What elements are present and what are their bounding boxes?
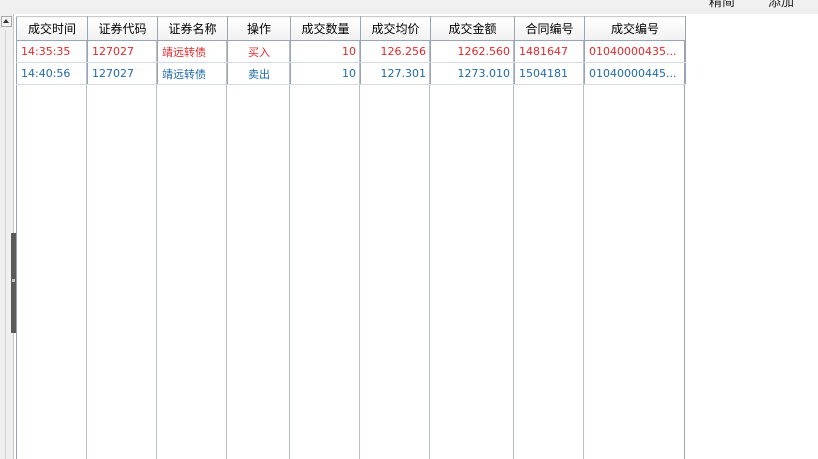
top-toolbar: 精简 添加 — [0, 0, 818, 14]
col-header-contract-no[interactable]: 合同编号 — [514, 16, 585, 41]
cell-trade-no: 01040000435... — [584, 40, 686, 63]
cell-contract-no: 1504181 — [514, 62, 585, 85]
cell-code: 127027 — [87, 40, 158, 63]
add-button[interactable]: 添加 — [768, 0, 794, 10]
splitter-grip-icon — [12, 279, 15, 282]
table-row[interactable]: 14:35:35 127027 靖远转债 买入 10 126.256 1262.… — [16, 40, 686, 63]
cell-time: 14:40:56 — [16, 62, 88, 85]
col-header-time[interactable]: 成交时间 — [16, 16, 88, 41]
col-header-avg-price[interactable]: 成交均价 — [360, 16, 431, 41]
cell-action: 买入 — [227, 40, 291, 63]
cell-time: 14:35:35 — [16, 40, 88, 63]
trades-table: 成交时间 证券代码 证券名称 操作 成交数量 成交均价 成交金额 合同编号 成交… — [16, 16, 686, 85]
trades-grid: 成交时间 证券代码 证券名称 操作 成交数量 成交均价 成交金额 合同编号 成交… — [16, 16, 686, 459]
col-header-name[interactable]: 证券名称 — [157, 16, 228, 41]
cell-amount: 1273.010 — [430, 62, 515, 85]
header-row: 成交时间 证券代码 证券名称 操作 成交数量 成交均价 成交金额 合同编号 成交… — [16, 16, 686, 41]
scroll-track[interactable] — [5, 30, 6, 459]
cell-name: 靖远转债 — [157, 62, 228, 85]
cell-action: 卖出 — [227, 62, 291, 85]
col-header-code[interactable]: 证券代码 — [87, 16, 158, 41]
cell-avg-price: 126.256 — [360, 40, 431, 63]
cell-trade-no: 01040000445... — [584, 62, 686, 85]
cell-name: 靖远转债 — [157, 40, 228, 63]
col-header-amount[interactable]: 成交金额 — [430, 16, 515, 41]
trade-window: 精简 添加 成交时间 证券代码 证券名称 操作 成交数量 成交均价 成交金额 合… — [0, 0, 818, 459]
cell-contract-no: 1481647 — [514, 40, 585, 63]
cell-avg-price: 127.301 — [360, 62, 431, 85]
cell-amount: 1262.560 — [430, 40, 515, 63]
simplify-button[interactable]: 精简 — [709, 0, 735, 10]
col-header-action[interactable]: 操作 — [227, 16, 291, 41]
table-row[interactable]: 14:40:56 127027 靖远转债 卖出 10 127.301 1273.… — [16, 62, 686, 85]
col-header-trade-no[interactable]: 成交编号 — [584, 16, 686, 41]
col-header-quantity[interactable]: 成交数量 — [290, 16, 361, 41]
cell-quantity: 10 — [290, 62, 361, 85]
cell-quantity: 10 — [290, 40, 361, 63]
cell-code: 127027 — [87, 62, 158, 85]
scroll-up-arrow-icon[interactable] — [1, 16, 12, 27]
